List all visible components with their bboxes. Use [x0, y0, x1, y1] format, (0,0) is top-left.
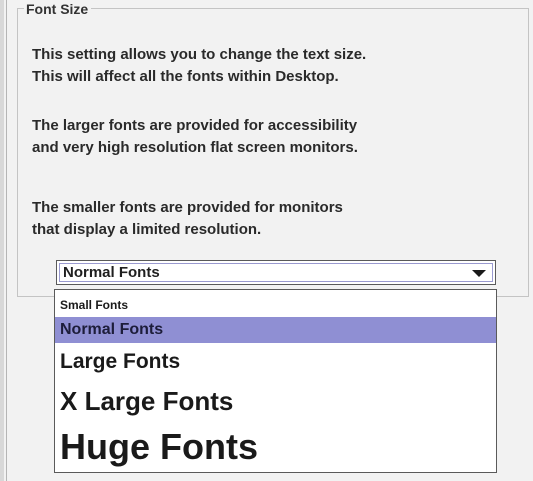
description-line: The larger fonts are provided for access… [32, 117, 358, 134]
window-left-edge [0, 0, 4, 481]
font-option-huge[interactable]: Huge Fonts [55, 425, 496, 469]
description-line: This setting allows you to change the te… [32, 46, 367, 63]
description-line: and very high resolution flat screen mon… [32, 139, 358, 156]
window-left-border [6, 0, 7, 481]
font-option-normal[interactable]: Normal Fonts [55, 317, 496, 343]
font-size-dropdown-list: Small Fonts Normal Fonts Large Fonts X L… [54, 289, 497, 473]
description-paragraph-2: The larger fonts are provided for access… [32, 115, 358, 159]
description-line: The smaller fonts are provided for monit… [32, 199, 343, 216]
description-paragraph-1: This setting allows you to change the te… [32, 44, 366, 88]
description-line: This will affect all the fonts within De… [32, 68, 339, 85]
font-size-select-value: Normal Fonts [63, 264, 160, 281]
font-option-x-large[interactable]: X Large Fonts [55, 382, 496, 420]
description-line: that display a limited resolution. [32, 221, 262, 238]
font-option-small[interactable]: Small Fonts [55, 295, 496, 315]
chevron-down-icon[interactable] [472, 270, 486, 277]
description-paragraph-3: The smaller fonts are provided for monit… [32, 197, 343, 241]
font-size-group-title: Font Size [24, 0, 92, 18]
font-size-select[interactable]: Normal Fonts [56, 260, 496, 285]
font-option-large[interactable]: Large Fonts [55, 346, 496, 378]
